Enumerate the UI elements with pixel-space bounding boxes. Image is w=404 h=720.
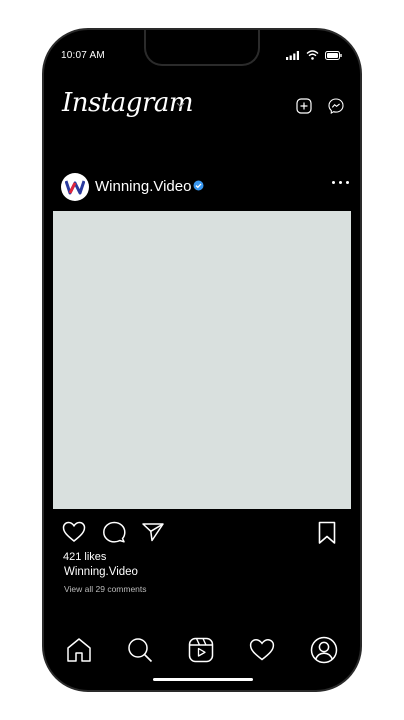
profile-icon[interactable] — [310, 636, 338, 664]
comment-icon[interactable] — [102, 521, 126, 543]
post-actions — [62, 521, 164, 543]
view-comments-link[interactable]: View all 29 comments — [64, 584, 147, 594]
phone-frame: 10:07 AM Instagram Winning.Video 421 lik… — [42, 28, 362, 692]
winning-video-logo — [65, 180, 85, 195]
post-media[interactable] — [53, 211, 351, 509]
reels-icon[interactable] — [188, 637, 214, 663]
status-time: 10:07 AM — [61, 50, 105, 61]
verified-badge-icon — [193, 180, 204, 191]
more-options-icon[interactable] — [332, 181, 349, 184]
signal-icon — [286, 50, 300, 60]
likes-count[interactable]: 421 likes — [63, 551, 106, 563]
caption-username[interactable]: Winning.Video — [64, 566, 138, 578]
home-indicator[interactable] — [153, 678, 253, 681]
messenger-icon[interactable] — [328, 98, 344, 114]
header-actions — [296, 98, 344, 114]
new-post-icon[interactable] — [296, 98, 312, 114]
battery-icon — [325, 50, 342, 60]
instagram-logo[interactable]: Instagram — [62, 88, 194, 118]
bottom-nav — [66, 636, 338, 664]
share-icon[interactable] — [142, 522, 164, 542]
post-username[interactable]: Winning.Video — [95, 178, 191, 195]
wifi-icon — [306, 50, 319, 60]
activity-icon[interactable] — [249, 638, 275, 662]
search-icon[interactable] — [127, 637, 153, 663]
phone-notch — [144, 30, 260, 66]
post-header: Winning.Video — [61, 173, 349, 203]
chevron-down-icon[interactable] — [176, 102, 185, 108]
status-icons — [286, 50, 342, 60]
heart-icon[interactable] — [62, 521, 86, 543]
home-icon[interactable] — [66, 637, 92, 663]
avatar[interactable] — [61, 173, 89, 201]
bookmark-icon[interactable] — [318, 521, 336, 545]
